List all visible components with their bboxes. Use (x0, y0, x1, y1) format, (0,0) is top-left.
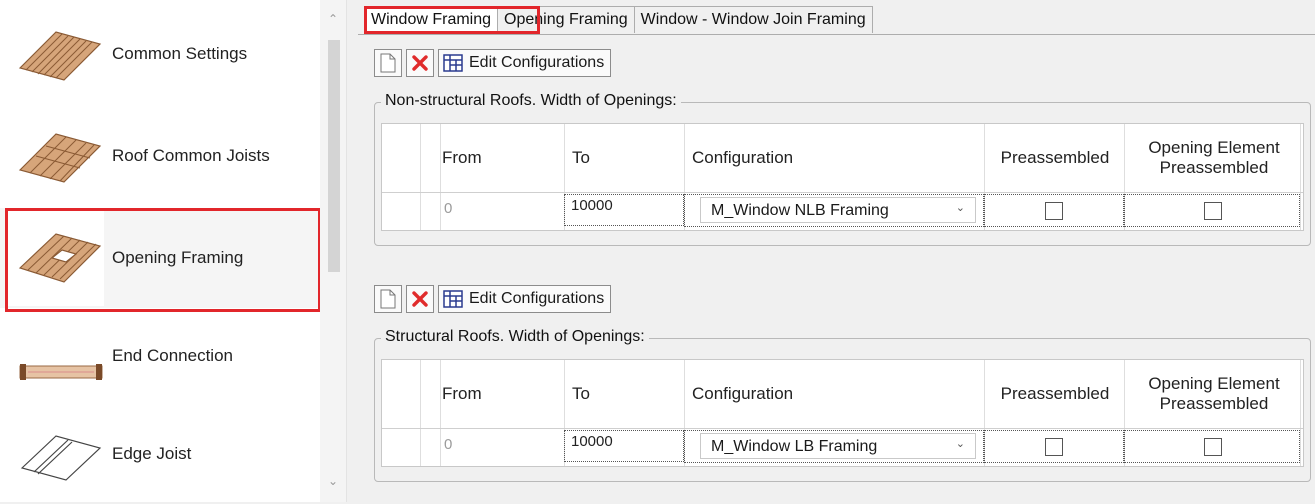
scroll-down-icon[interactable]: ⌄ (326, 474, 340, 488)
edit-configurations-button[interactable]: Edit Configurations (438, 285, 612, 313)
column-header-preassembled: Preassembled (1000, 384, 1110, 403)
sidebar-item-label: Roof Common Joists (112, 146, 270, 165)
sidebar-item-opening-framing[interactable]: Opening Framing (0, 208, 320, 308)
delete-x-icon (412, 55, 428, 71)
sidebar-item-label: End Connection (112, 346, 233, 365)
configuration-select[interactable]: M_Window LB Framing ⌄ (700, 433, 976, 459)
end-connection-icon (19, 364, 103, 380)
column-header-opening-element-preassembled: Opening Element Preassembled (1148, 138, 1280, 177)
edit-configurations-icon (443, 290, 463, 308)
column-header-from: From (442, 384, 482, 403)
sidebar-item-edge-joist[interactable]: Edge Joist (0, 404, 320, 504)
scrollbar-thumb[interactable] (328, 40, 340, 272)
structural-roofs-group: Structural Roofs. Width of Openings: Fro… (374, 328, 1311, 482)
to-cell[interactable]: 10000 (564, 194, 684, 226)
column-header-configuration: Configuration (692, 148, 794, 167)
delete-button[interactable] (406, 49, 434, 77)
group-title: Non-structural Roofs. Width of Openings: (381, 92, 681, 110)
tab-strip: Window Framing Opening Framing Window - … (358, 6, 873, 34)
non-structural-grid: From To Configuration Preassembled Openi… (381, 123, 1304, 231)
edit-configurations-label: Edit Configurations (469, 290, 605, 307)
sidebar-item-label: Opening Framing (112, 248, 244, 267)
edit-configurations-icon (443, 54, 463, 72)
configuration-value: M_Window LB Framing (711, 438, 878, 455)
from-cell[interactable]: 0 (440, 194, 564, 226)
column-header-opening-element-preassembled: Opening Element Preassembled (1148, 374, 1280, 413)
edge-joist-icon (20, 435, 102, 481)
sidebar-item-end-connection[interactable]: End Connection (0, 306, 320, 406)
delete-x-icon (412, 291, 428, 307)
chevron-down-icon[interactable]: ⌄ (956, 437, 965, 450)
sidebar-item-label: Common Settings (112, 44, 248, 63)
toolbar-non-structural: Edit Configurations (374, 48, 615, 78)
column-header-configuration: Configuration (692, 384, 794, 403)
group-title: Structural Roofs. Width of Openings: (381, 328, 649, 346)
tab-window-window-join-framing[interactable]: Window - Window Join Framing (633, 6, 873, 33)
opening-framing-icon (18, 233, 102, 283)
column-header-to: To (572, 384, 590, 403)
from-cell[interactable]: 0 (440, 430, 564, 462)
roof-joists-icon (18, 133, 102, 183)
tab-opening-framing[interactable]: Opening Framing (497, 6, 635, 33)
tab-panel-border (358, 34, 1315, 35)
toolbar-structural: Edit Configurations (374, 284, 615, 314)
to-cell[interactable]: 10000 (564, 430, 684, 462)
new-button[interactable] (374, 285, 402, 313)
preassembled-checkbox[interactable] (1045, 202, 1063, 220)
column-header-to: To (572, 148, 590, 167)
main-panel: Window Framing Opening Framing Window - … (358, 0, 1315, 502)
structural-grid: From To Configuration Preassembled Openi… (381, 359, 1304, 467)
opening-element-preassembled-checkbox[interactable] (1204, 438, 1222, 456)
column-header-from: From (442, 148, 482, 167)
joists-icon (18, 31, 102, 81)
configuration-value: M_Window NLB Framing (711, 202, 889, 219)
edit-configurations-label: Edit Configurations (469, 54, 605, 71)
tab-window-framing[interactable]: Window Framing (364, 6, 499, 33)
scroll-up-icon[interactable]: ⌃ (326, 12, 340, 26)
sidebar-scrollbar[interactable]: ⌃ ⌄ (320, 0, 346, 502)
new-document-icon (380, 289, 396, 309)
non-structural-roofs-group: Non-structural Roofs. Width of Openings:… (374, 92, 1311, 246)
sidebar-item-common-settings[interactable]: Common Settings (0, 4, 320, 104)
new-button[interactable] (374, 49, 402, 77)
chevron-down-icon[interactable]: ⌄ (956, 201, 965, 214)
new-document-icon (380, 53, 396, 73)
column-header-preassembled: Preassembled (1000, 148, 1110, 167)
configuration-select[interactable]: M_Window NLB Framing ⌄ (700, 197, 976, 223)
sidebar: Common Settings Roof Common Joists Openi… (0, 0, 347, 502)
opening-element-preassembled-checkbox[interactable] (1204, 202, 1222, 220)
sidebar-item-label: Edge Joist (112, 444, 192, 463)
delete-button[interactable] (406, 285, 434, 313)
edit-configurations-button[interactable]: Edit Configurations (438, 49, 612, 77)
sidebar-item-roof-common-joists[interactable]: Roof Common Joists (0, 106, 320, 206)
preassembled-checkbox[interactable] (1045, 438, 1063, 456)
